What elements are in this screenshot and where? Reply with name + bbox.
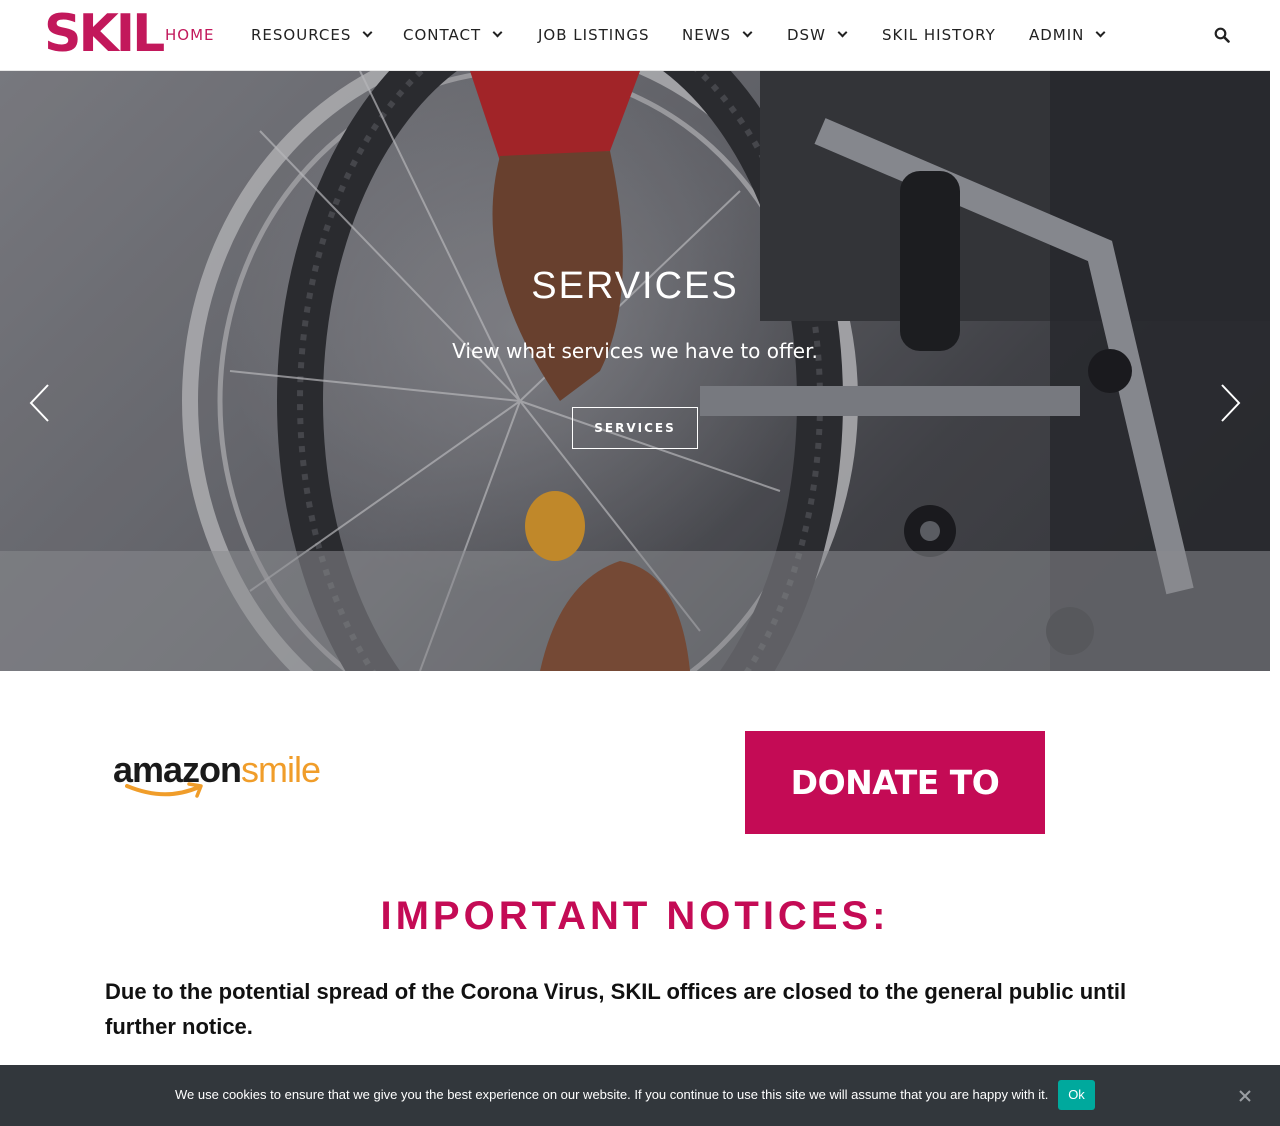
chevron-down-icon — [1095, 27, 1106, 38]
chevron-down-icon — [837, 27, 848, 38]
nav-item-label: JOB LISTINGS — [538, 26, 650, 44]
chevron-down-icon — [742, 27, 753, 38]
nav-item-label: HOME — [165, 26, 215, 44]
nav-item-admin[interactable]: ADMIN — [1029, 24, 1106, 46]
hero-overlay — [0, 71, 1270, 671]
nav-item-skil-history[interactable]: SKIL HISTORY — [882, 24, 996, 46]
nav-item-label: NEWS — [682, 26, 732, 44]
close-icon[interactable] — [1238, 1089, 1252, 1103]
donate-button[interactable]: DONATE TO SKIL — [745, 731, 1045, 905]
chevron-right-icon[interactable] — [1218, 383, 1242, 423]
amazon-smile-arrow-icon — [125, 782, 203, 798]
nav-item-job-listings[interactable]: JOB LISTINGS — [538, 24, 650, 46]
amazon-smile-link[interactable]: amazonsmile — [113, 748, 343, 804]
cookie-ok-button[interactable]: Ok — [1058, 1080, 1095, 1110]
nav-item-label: RESOURCES — [251, 26, 352, 44]
cookie-message: We use cookies to ensure that we give yo… — [175, 1087, 1049, 1102]
chevron-down-icon — [492, 27, 503, 38]
hero-title: SERVICES — [531, 265, 739, 307]
hero-slider: SERVICES View what services we have to o… — [0, 71, 1270, 671]
services-button[interactable]: SERVICES — [572, 407, 698, 449]
site-header: SKIL HOME RESOURCES CONTACT JOB LISTINGS… — [0, 0, 1270, 71]
nav-item-label: SKIL HISTORY — [882, 26, 996, 44]
smile-logo-text: smile — [241, 749, 321, 790]
nav-item-resources[interactable]: RESOURCES — [251, 24, 373, 46]
notice-text: Due to the potential spread of the Coron… — [105, 979, 1127, 1039]
nav-item-label: CONTACT — [403, 26, 482, 44]
chevron-down-icon — [362, 27, 373, 38]
search-icon[interactable] — [1214, 27, 1230, 43]
hero-subtitle: View what services we have to offer. — [452, 339, 818, 363]
main-nav: HOME RESOURCES CONTACT JOB LISTINGS NEWS… — [0, 0, 1270, 71]
notices-title: IMPORTANT NOTICES: — [380, 894, 890, 938]
nav-item-contact[interactable]: CONTACT — [403, 24, 503, 46]
chevron-left-icon[interactable] — [28, 383, 52, 423]
nav-item-dsw[interactable]: DSW — [787, 24, 848, 46]
nav-item-news[interactable]: NEWS — [682, 24, 753, 46]
cookie-banner: We use cookies to ensure that we give yo… — [0, 1065, 1280, 1126]
nav-item-home[interactable]: HOME — [165, 24, 215, 46]
nav-item-label: DSW — [787, 26, 826, 44]
nav-item-label: ADMIN — [1029, 26, 1085, 44]
